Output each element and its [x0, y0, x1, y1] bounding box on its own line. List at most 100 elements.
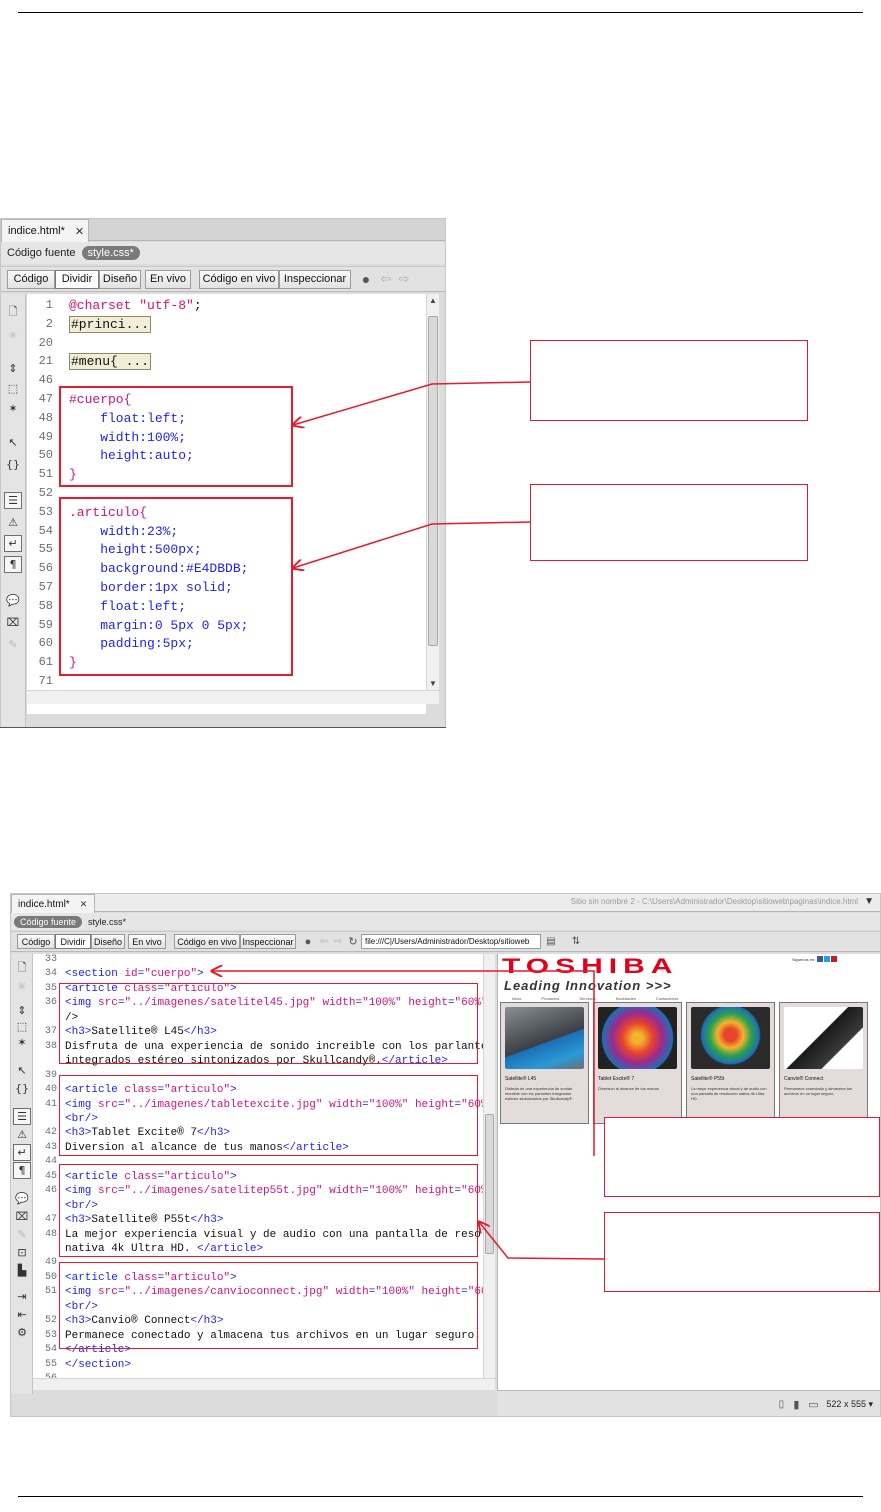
- vertical-scrollbar[interactable]: [483, 954, 495, 1378]
- live-code-button[interactable]: Código en vivo: [174, 934, 240, 949]
- line-number: 50: [44, 1271, 57, 1283]
- move-css-icon[interactable]: ▙: [13, 1262, 31, 1279]
- document-tab[interactable]: indice.html* ✕: [11, 894, 95, 913]
- document-tab[interactable]: indice.html* ✕: [1, 219, 89, 242]
- forward-arrow-icon[interactable]: ⇨: [331, 934, 345, 949]
- line-number: 1: [45, 298, 53, 312]
- preview-nav-item[interactable]: Servicios: [579, 996, 595, 1001]
- line-number: 60: [38, 636, 53, 651]
- remove-comment-icon[interactable]: ⌧: [4, 614, 22, 631]
- site-path-title: Sitio sin nombre 2 - C:\Users\Administra…: [570, 897, 858, 906]
- syntax-coloring-icon[interactable]: ¶: [13, 1162, 31, 1179]
- product-title: Canvio® Connect: [784, 1076, 824, 1082]
- code-view-button[interactable]: Código: [17, 934, 55, 949]
- open-documents-icon[interactable]: 🗋: [4, 304, 22, 321]
- wrap-tag-icon[interactable]: ✎: [4, 636, 22, 653]
- preview-nav-item[interactable]: Inicio: [512, 996, 521, 1001]
- line-number: 35: [44, 982, 57, 994]
- live-code-button[interactable]: Código en vivo: [199, 269, 279, 289]
- source-code-link[interactable]: Código fuente: [14, 915, 83, 928]
- code-line: #menu{ ...: [69, 353, 152, 371]
- twitter-icon[interactable]: [824, 956, 831, 962]
- scrollbar-thumb[interactable]: [428, 316, 438, 646]
- indent-code-icon[interactable]: ⇥: [13, 1288, 31, 1305]
- line-numbers-icon[interactable]: ☰: [4, 492, 22, 509]
- filter-icon[interactable]: ▼: [864, 896, 874, 907]
- word-wrap-icon[interactable]: ↵: [4, 535, 22, 552]
- split-view-button[interactable]: Dividir: [55, 934, 91, 949]
- collapse-selection-icon[interactable]: ⬚: [13, 1018, 31, 1035]
- related-file-style-css[interactable]: style.css*: [88, 917, 126, 927]
- source-code-link[interactable]: Código fuente: [7, 247, 76, 259]
- file-management-icon[interactable]: ⇅: [565, 934, 587, 949]
- window1-bottom-rule: [0, 727, 446, 728]
- scroll-down-icon[interactable]: ▼: [427, 679, 439, 688]
- collapse-full-tag-icon[interactable]: ⇕: [4, 360, 22, 377]
- format-source-icon[interactable]: ⚙: [13, 1324, 31, 1341]
- open-documents-icon[interactable]: 🗋: [13, 960, 31, 977]
- top-page-rule: [18, 12, 863, 13]
- recent-snippets-icon[interactable]: ⊡: [13, 1244, 31, 1261]
- scrollbar-thumb[interactable]: [485, 1114, 494, 1254]
- preview-nav-item[interactable]: Productos: [541, 996, 559, 1001]
- balance-braces-icon[interactable]: {}: [4, 456, 22, 473]
- horizontal-scrollbar[interactable]: [33, 1378, 495, 1390]
- close-icon[interactable]: ✕: [75, 225, 84, 238]
- preview-nav-item[interactable]: Contactenos: [656, 996, 678, 1001]
- show-code-navigator-icon[interactable]: ✳: [13, 978, 31, 995]
- line-number: 55: [38, 542, 53, 557]
- outdent-code-icon[interactable]: ⇤: [13, 1306, 31, 1323]
- collapsed-code-block[interactable]: #princi...: [69, 315, 152, 333]
- collapsed-code-block[interactable]: #menu{ ...: [69, 353, 152, 371]
- view-options-icon[interactable]: ▤: [541, 934, 561, 949]
- close-icon[interactable]: ✕: [80, 899, 88, 910]
- status-bar: ▯ ▮ ▭ 522 x 555 ▾: [497, 1390, 880, 1416]
- wrap-tag-icon[interactable]: ✎: [13, 1226, 31, 1243]
- horizontal-scrollbar[interactable]: [27, 690, 439, 704]
- expand-all-icon[interactable]: ✶: [13, 1034, 31, 1051]
- back-arrow-icon[interactable]: ⇦: [377, 270, 395, 289]
- syntax-coloring-icon[interactable]: ¶: [4, 556, 22, 573]
- desktop-size-icon[interactable]: ▭: [804, 1398, 822, 1411]
- highlight-invalid-code-icon[interactable]: ⚠: [13, 1126, 31, 1143]
- apply-comment-icon[interactable]: 💬: [4, 592, 22, 609]
- vertical-scrollbar[interactable]: ▲ ▼: [426, 294, 439, 690]
- collapse-selection-icon[interactable]: ⬚: [4, 380, 22, 397]
- design-view-button[interactable]: Diseño: [99, 269, 141, 289]
- back-arrow-icon[interactable]: ⇦: [317, 934, 331, 949]
- line-numbers-icon[interactable]: ☰: [13, 1108, 31, 1125]
- refresh-icon[interactable]: ↻: [345, 934, 361, 949]
- word-wrap-icon[interactable]: ↵: [13, 1144, 31, 1161]
- preview-product-card: Tablet Excite® 7 Diversion al alcance de …: [593, 1002, 682, 1124]
- inspect-button[interactable]: Inspeccionar: [240, 934, 296, 949]
- window-size-readout[interactable]: 522 x 555 ▾: [826, 1399, 873, 1410]
- apply-comment-icon[interactable]: 💬: [13, 1190, 31, 1207]
- callout-box-article: [604, 1212, 880, 1292]
- design-view-button[interactable]: Diseño: [91, 934, 125, 949]
- scroll-up-icon[interactable]: ▲: [427, 296, 439, 305]
- expand-all-icon[interactable]: ✶: [4, 400, 22, 417]
- collapse-full-tag-icon[interactable]: ⇕: [13, 1002, 31, 1019]
- live-view-button[interactable]: En vivo: [145, 269, 191, 289]
- balance-braces-icon[interactable]: {}: [13, 1080, 31, 1097]
- highlight-invalid-code-icon[interactable]: ⚠: [4, 514, 22, 531]
- inspect-button[interactable]: Inspeccionar: [279, 269, 351, 289]
- preview-nav-item[interactable]: Novedades: [616, 996, 636, 1001]
- mobile-size-icon[interactable]: ▯: [774, 1399, 788, 1410]
- forward-arrow-icon[interactable]: ⇨: [395, 270, 413, 289]
- globe-icon[interactable]: ●: [299, 934, 317, 949]
- live-view-button[interactable]: En vivo: [128, 934, 166, 949]
- facebook-icon[interactable]: [817, 956, 824, 962]
- related-file-style-css[interactable]: style.css*: [81, 246, 140, 260]
- remove-comment-icon[interactable]: ⌧: [13, 1208, 31, 1225]
- youtube-icon[interactable]: [831, 956, 838, 962]
- callout-box-section: [604, 1117, 880, 1197]
- select-parent-tag-icon[interactable]: ↖: [4, 434, 22, 451]
- select-parent-tag-icon[interactable]: ↖: [13, 1062, 31, 1079]
- split-view-button[interactable]: Dividir: [55, 269, 99, 289]
- code-view-button[interactable]: Código: [7, 269, 55, 289]
- address-bar[interactable]: file:///C|/Users/Administrador/Desktop/s…: [361, 934, 541, 949]
- show-code-navigator-icon[interactable]: ✳: [4, 327, 22, 344]
- globe-icon[interactable]: ●: [355, 270, 377, 289]
- tablet-size-icon[interactable]: ▮: [788, 1398, 804, 1411]
